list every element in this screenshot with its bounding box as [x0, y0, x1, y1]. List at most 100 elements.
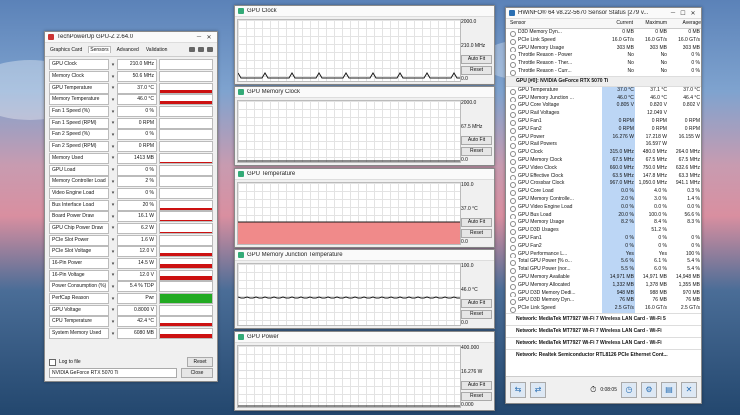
dropdown-arrow-icon[interactable]: ▾: [109, 225, 117, 231]
sensor-row[interactable]: GPU Rail Powers 16.597 W: [506, 141, 701, 150]
sensor-name[interactable]: Memory Used: [49, 152, 109, 164]
dropdown-arrow-icon[interactable]: ▾: [109, 120, 117, 126]
dropdown-arrow-icon[interactable]: ▾: [109, 249, 117, 255]
dropdown-arrow-icon[interactable]: ▾: [109, 237, 117, 243]
sensor-name[interactable]: PerfCap Reason: [49, 293, 109, 305]
sensor-name[interactable]: 16-Pin Voltage: [49, 269, 109, 281]
expand-arrows-icon[interactable]: ⇄: [530, 382, 546, 398]
sensor-name[interactable]: 16-Pin Power: [49, 258, 109, 270]
col-maximum[interactable]: Maximum: [633, 19, 667, 28]
graph-reset-button[interactable]: Reset: [461, 310, 492, 319]
dropdown-arrow-icon[interactable]: ▾: [109, 307, 117, 313]
dropdown-arrow-icon[interactable]: ▾: [109, 284, 117, 290]
sensor-name[interactable]: System Memory Used: [49, 328, 109, 340]
tab-advanced[interactable]: Advanced: [116, 47, 140, 53]
sensor-row[interactable]: GPU Memory Usage 8.2 % 8.4 % 8.3 %: [506, 219, 701, 228]
sensor-name[interactable]: Memory Controller Load: [49, 176, 109, 188]
sensor-name[interactable]: Video Engine Load: [49, 187, 109, 199]
dropdown-arrow-icon[interactable]: ▾: [109, 296, 117, 302]
sensor-row[interactable]: GPU Core Voltage 0.805 V 0.820 V 0.802 V: [506, 102, 701, 111]
sensor-row[interactable]: GPU Effective Clock 63.5 MHz 147.8 MHz 6…: [506, 172, 701, 181]
sensor-row[interactable]: GPU Memory Usage 303 MB 303 MB 303 MB: [506, 45, 701, 53]
sensor-row[interactable]: GPU Memory Allocated 1,332 MB 1,378 MB 1…: [506, 281, 701, 290]
log-to-file-checkbox[interactable]: [49, 358, 56, 366]
sensor-name[interactable]: Fan 1 Speed (RPM): [49, 117, 109, 129]
stopwatch-icon[interactable]: ◷: [621, 382, 637, 398]
sensor-row[interactable]: GPU Performance L... Yes Yes 100 %: [506, 250, 701, 259]
graph-reset-button[interactable]: Reset: [461, 229, 492, 238]
sensor-row[interactable]: GPU Video Clock 660.0 MHz 750.0 MHz 632.…: [506, 164, 701, 173]
sensor-name[interactable]: Memory Clock: [49, 71, 109, 83]
sensor-name[interactable]: GPU Chip Power Draw: [49, 222, 109, 234]
close-button[interactable]: Close: [181, 367, 213, 378]
minimize-icon[interactable]: ─: [194, 34, 204, 40]
sensor-name[interactable]: Fan 2 Speed (%): [49, 129, 109, 141]
close-sensors-icon[interactable]: ✕: [681, 382, 697, 398]
dropdown-arrow-icon[interactable]: ▾: [109, 62, 117, 68]
close-icon[interactable]: ✕: [204, 34, 214, 41]
gpu-group-header[interactable]: GPU [#0]: NVIDIA GeForce RTX 5070 Ti: [506, 75, 701, 87]
settings-icon[interactable]: ⚙: [641, 382, 657, 398]
network-group-header[interactable]: Network: MediaTek MT7927 Wi-Fi 7 Wireles…: [506, 312, 701, 325]
sensor-row[interactable]: GPU Fan2 0 % 0 % 0 %: [506, 242, 701, 251]
dropdown-arrow-icon[interactable]: ▾: [109, 74, 117, 80]
tab-sensors[interactable]: Sensors: [88, 46, 111, 53]
sensor-name[interactable]: CPU Temperature: [49, 316, 109, 328]
sensor-row[interactable]: PCIe Link Speed 2.5 GT/s 16.0 GT/s 2.5 G…: [506, 305, 701, 313]
auto-fit-button[interactable]: Auto Fit: [461, 136, 492, 145]
dropdown-arrow-icon[interactable]: ▾: [109, 202, 117, 208]
sensor-name[interactable]: Board Power Draw: [49, 211, 109, 223]
sensor-row[interactable]: Total GPU Power [% o... 5.6 % 6.1 % 5.4 …: [506, 258, 701, 267]
dropdown-arrow-icon[interactable]: ▾: [109, 144, 117, 150]
gpu-select-dropdown[interactable]: NVIDIA GeForce RTX 5070 Ti: [49, 367, 177, 378]
network-group-header[interactable]: Network: MediaTek MT7927 Wi-Fi 7 Wireles…: [506, 324, 701, 337]
col-sensor[interactable]: Sensor: [506, 19, 599, 28]
dropdown-arrow-icon[interactable]: ▾: [109, 155, 117, 161]
tab-validation[interactable]: Validation: [145, 47, 169, 53]
auto-fit-button[interactable]: Auto Fit: [461, 381, 492, 390]
report-icon[interactable]: ▤: [661, 382, 677, 398]
sensor-row[interactable]: GPU Memory Junction ... 46.0 °C 46.0 °C …: [506, 94, 701, 103]
sensor-row[interactable]: GPU Memory Controlle... 2.0 % 3.0 % 1.4 …: [506, 195, 701, 204]
sensor-name[interactable]: PCIe Slot Voltage: [49, 246, 109, 258]
reset-button[interactable]: Reset: [187, 357, 213, 367]
sensor-name[interactable]: Memory Temperature: [49, 94, 109, 106]
camera-icon[interactable]: [189, 47, 195, 52]
dropdown-arrow-icon[interactable]: ▾: [109, 132, 117, 138]
dropdown-arrow-icon[interactable]: ▾: [109, 179, 117, 185]
sensor-row[interactable]: GPU Fan2 0 RPM 0 RPM 0 RPM: [506, 125, 701, 134]
sensor-row[interactable]: GPU Crossbar Clock 967.0 MHz 1,050.0 MHz…: [506, 180, 701, 189]
minimize-icon[interactable]: ─: [668, 10, 678, 16]
auto-fit-button[interactable]: Auto Fit: [461, 218, 492, 227]
close-icon[interactable]: ✕: [688, 10, 698, 17]
sensor-row[interactable]: Throttle Reason - Ther... No No 0 %: [506, 60, 701, 68]
sensor-row[interactable]: GPU Clock 315.0 MHz 480.0 MHz 264.0 MHz: [506, 149, 701, 157]
sensor-name[interactable]: Fan 1 Speed (%): [49, 106, 109, 118]
sensor-name[interactable]: PCIe Slot Power: [49, 234, 109, 246]
col-current[interactable]: Current: [599, 19, 633, 28]
sensor-row[interactable]: Total GPU Power (nor... 5.5 % 6.0 % 5.4 …: [506, 266, 701, 274]
sensor-name[interactable]: Fan 2 Speed (RPM): [49, 141, 109, 153]
network-group-header[interactable]: Network: MediaTek MT7927 Wi-Fi 7 Wireles…: [506, 336, 701, 349]
dropdown-arrow-icon[interactable]: ▾: [109, 272, 117, 278]
dropdown-arrow-icon[interactable]: ▾: [109, 85, 117, 91]
sensor-name[interactable]: GPU Load: [49, 164, 109, 176]
sensor-row[interactable]: GPU Rail Voltages 12.049 V: [506, 110, 701, 118]
sensor-name[interactable]: GPU Clock: [49, 59, 109, 71]
sensor-row[interactable]: GPU Memory Available 14,971 MB 14,971 MB…: [506, 273, 701, 282]
auto-fit-button[interactable]: Auto Fit: [461, 299, 492, 308]
sensor-row[interactable]: GPU Memory Clock 67.5 MHz 67.5 MHz 67.5 …: [506, 156, 701, 165]
menu-icon[interactable]: [207, 47, 213, 52]
sensor-row[interactable]: GPU Bus Load 20.0 % 100.0 % 56.6 %: [506, 211, 701, 220]
graph-reset-button[interactable]: Reset: [461, 392, 492, 401]
sensor-row[interactable]: D3D Memory Dyn... 0 MB 0 MB 0 MB: [506, 29, 701, 37]
graph-reset-button[interactable]: Reset: [461, 147, 492, 156]
sensor-row[interactable]: GPU D3D Memory Dedi... 948 MB 988 MB 970…: [506, 289, 701, 298]
sensor-name[interactable]: Bus Interface Load: [49, 199, 109, 211]
sensor-row[interactable]: Throttle Reason - Power No No 0 %: [506, 52, 701, 61]
dropdown-arrow-icon[interactable]: ▾: [109, 319, 117, 325]
sensor-row[interactable]: GPU Fan1 0 RPM 0 RPM 0 RPM: [506, 117, 701, 126]
col-average[interactable]: Average: [667, 19, 701, 28]
dropdown-arrow-icon[interactable]: ▾: [109, 167, 117, 173]
dropdown-arrow-icon[interactable]: ▾: [109, 261, 117, 267]
